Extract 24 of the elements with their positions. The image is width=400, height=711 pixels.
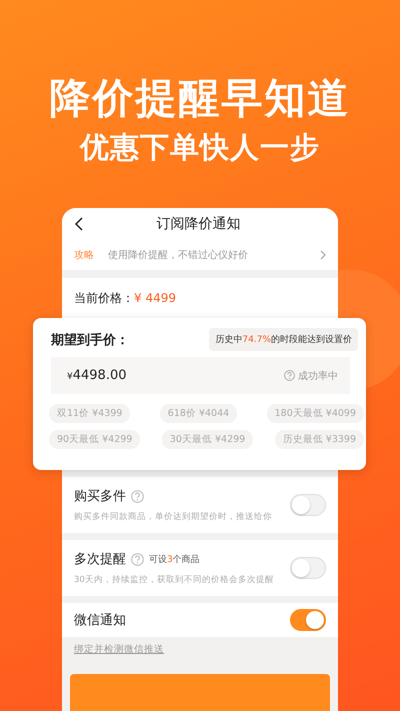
price-chip[interactable]: 30天最低 ¥4299 [162,430,254,449]
setting-title: 购买多件 [74,488,126,505]
setting-description: 购买多件同款商品，单价达到期望价时，推送给你 [74,511,273,523]
screen-title: 订阅降价通知 [156,215,242,233]
price-chip[interactable]: 双11价 ¥4399 [49,404,130,423]
setting-note: 可设3个商品 [149,554,200,566]
tip-text[interactable]: 使用降价提醒，不错过心仪好价 [108,248,306,262]
price-input-field[interactable]: ¥4498.00 成功率中 [51,357,350,394]
price-chip[interactable]: 180天最低 ¥4099 [266,404,364,423]
price-chip[interactable]: 90天最低 ¥4299 [49,430,140,449]
success-rate-text: 成功率中 [298,370,338,382]
expected-price-label: 期望到手价： [51,332,129,349]
current-price-value: ¥ 4499 [134,291,176,305]
setting-description: 30天内，持续监控，获取到不同的价格会多次提醒 [74,574,275,586]
setting-title: 微信通知 [74,612,126,629]
price-chip[interactable]: 618价 ¥4044 [160,404,238,423]
headline: 降价提醒早知道 [50,73,350,124]
wechat-bind-link[interactable]: 绑定并检测微信推送 [74,643,164,656]
subheadline: 优惠下单快人一步 [80,129,320,166]
tip-tag: 攻略 [74,248,94,262]
history-hint: 历史中74.7%的时段能达到设置价 [209,328,358,351]
price-chip[interactable]: 历史最低 ¥3399 [274,430,364,449]
setting-title: 多次提醒 [74,551,126,568]
current-price-label: 当前价格： [74,290,134,306]
